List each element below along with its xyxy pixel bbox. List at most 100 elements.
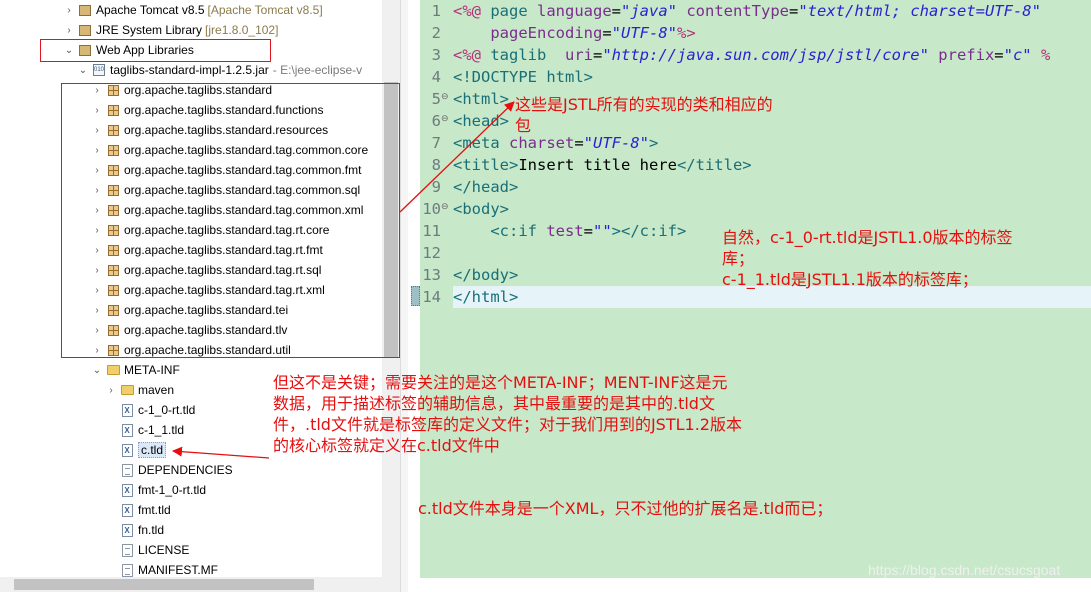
code-line[interactable]: </head> (453, 176, 518, 198)
tree-item-decoration: [jre1.8.0_102] (205, 23, 279, 37)
code-line[interactable]: <c:if test=""></c:if> (453, 220, 686, 242)
code-token: ></c:if> (611, 222, 687, 240)
code-token: prefix (938, 46, 995, 64)
tree-horizontal-scrollbar[interactable] (0, 577, 400, 592)
tree-item-decoration: [Apache Tomcat v8.5] (207, 3, 323, 17)
fold-toggle-icon[interactable]: ⊖ (441, 108, 449, 130)
annotation-line: 这些是JSTL所有的实现的类和相应的 (515, 95, 773, 114)
annotation-line: 库； (722, 249, 755, 268)
tree-item[interactable]: Xfn.tld (104, 520, 164, 540)
code-line[interactable]: <!DOCTYPE html> (453, 66, 593, 88)
text-file-icon (120, 463, 134, 477)
code-token: "UTF-8" (583, 134, 649, 152)
chevron-right-icon[interactable]: › (104, 383, 118, 397)
tree-item[interactable]: ⌄ 010 taglibs-standard-impl-1.2.5.jar - E:\… (76, 60, 362, 80)
annotation-tld-versions: 自然，c-1_0-rt.tld是JSTL1.0版本的标签 库； c-1_1.tl… (722, 227, 1013, 290)
line-number: 1 (431, 2, 441, 20)
chevron-right-icon[interactable]: › (62, 23, 76, 37)
tree-item-label: fmt.tld (138, 503, 171, 517)
code-token: <meta (453, 134, 509, 152)
code-line[interactable]: <html> (453, 88, 509, 110)
tree-item[interactable]: Xc-1_0-rt.tld (104, 400, 195, 420)
tree-item-label: Apache Tomcat v8.5 (96, 3, 205, 17)
tree-item[interactable]: ⌄ META-INF (90, 360, 180, 380)
xml-file-icon: X (120, 523, 134, 537)
code-token: </title> (676, 156, 752, 174)
tree-item[interactable]: › JRE System Library [jre1.8.0_102] (62, 20, 278, 40)
code-token: pageEncoding (490, 24, 603, 42)
annotation-line: c.tld文件本身是一个XML，只不过他的扩展名是.tld而已； (418, 499, 833, 518)
watermark: https://blog.csdn.net/csucsgoat (868, 562, 1061, 578)
tree-item-label: fmt-1_0-rt.tld (138, 483, 207, 497)
packages-highlight-box (61, 83, 400, 358)
fold-toggle-icon[interactable]: ⊖ (441, 196, 449, 218)
tree-item-label: JRE System Library (96, 23, 203, 37)
tree-item[interactable]: › Apache Tomcat v8.5 [Apache Tomcat v8.5] (62, 0, 323, 20)
code-line[interactable]: <body> (453, 198, 509, 220)
xml-file-icon: X (120, 403, 134, 417)
code-line[interactable]: </html> (453, 286, 518, 308)
line-number: 5 (431, 90, 441, 108)
code-token: > (583, 68, 593, 86)
annotation-line: c-1_1.tld是JSTL1.1版本的标签库； (722, 270, 978, 289)
code-token: = (994, 46, 1004, 64)
folder-open-icon (106, 363, 120, 377)
panel-splitter[interactable] (400, 0, 408, 592)
code-line[interactable]: <head> (453, 110, 509, 132)
tree-item[interactable]: LICENSE (104, 540, 189, 560)
tree-item-label: c-1_1.tld (138, 423, 185, 437)
tree-item[interactable]: Xc.tld (104, 440, 167, 460)
code-token: = (592, 46, 603, 64)
code-token: > (649, 134, 659, 152)
line-number: 12 (422, 244, 441, 262)
code-token: %> (676, 24, 696, 42)
code-line[interactable]: </body> (453, 264, 518, 286)
code-line[interactable]: <title>Insert title here</title> (453, 154, 752, 176)
tree-item[interactable]: › maven (104, 380, 174, 400)
library-icon (78, 3, 92, 17)
line-number: 9 (431, 178, 441, 196)
tree-item[interactable]: Xfmt.tld (104, 500, 171, 520)
tree-item-label: LICENSE (138, 543, 190, 557)
chevron-down-icon[interactable]: ⌄ (76, 63, 90, 77)
annotation-line: 包 (515, 116, 532, 135)
line-number: 7 (431, 134, 441, 152)
line-number: 10 (422, 200, 441, 218)
code-token: = (611, 2, 621, 20)
line-number: 8 (431, 156, 441, 174)
tree-item[interactable]: Xc-1_1.tld (104, 420, 184, 440)
fold-toggle-icon[interactable]: ⊖ (441, 86, 449, 108)
xml-file-icon: X (120, 443, 134, 457)
annotation-line: 的核心标签就定义在c.tld文件中 (273, 436, 500, 455)
code-token: uri (564, 46, 593, 64)
code-token: <!DOCTYPE (453, 68, 547, 86)
text-file-icon (120, 563, 134, 577)
current-line-marker (411, 286, 420, 306)
tree-item-label: c.tld (138, 442, 167, 458)
code-token: <%@ (453, 2, 491, 20)
annotation-line: 件，.tld文件就是标签库的定义文件；对于我们用到的JSTL1.2版本 (273, 415, 742, 434)
tree-item[interactable]: DEPENDENCIES (104, 460, 233, 480)
annotation-line: 数据，用于描述标签的辅助信息，其中最重要的是其中的.tld文 (273, 394, 715, 413)
code-token: page (490, 2, 537, 20)
chevron-down-icon[interactable]: ⌄ (90, 363, 104, 377)
line-number: 11 (422, 222, 441, 240)
code-token: "java" (621, 2, 677, 20)
code-line[interactable]: <%@ page language="java" contentType="te… (453, 0, 1041, 22)
code-token: "" (593, 222, 612, 240)
xml-file-icon: X (120, 483, 134, 497)
code-line[interactable]: <%@ taglib uri="http://java.sun.com/jsp/… (453, 44, 1050, 66)
code-line[interactable]: pageEncoding="UTF-8"%> (453, 22, 696, 44)
code-token: <head> (453, 112, 509, 130)
code-token: test (546, 222, 584, 240)
scroll-thumb[interactable] (14, 579, 314, 590)
folder-icon (120, 383, 134, 397)
chevron-right-icon[interactable]: › (62, 3, 76, 17)
tree-item[interactable]: Xfmt-1_0-rt.tld (104, 480, 206, 500)
